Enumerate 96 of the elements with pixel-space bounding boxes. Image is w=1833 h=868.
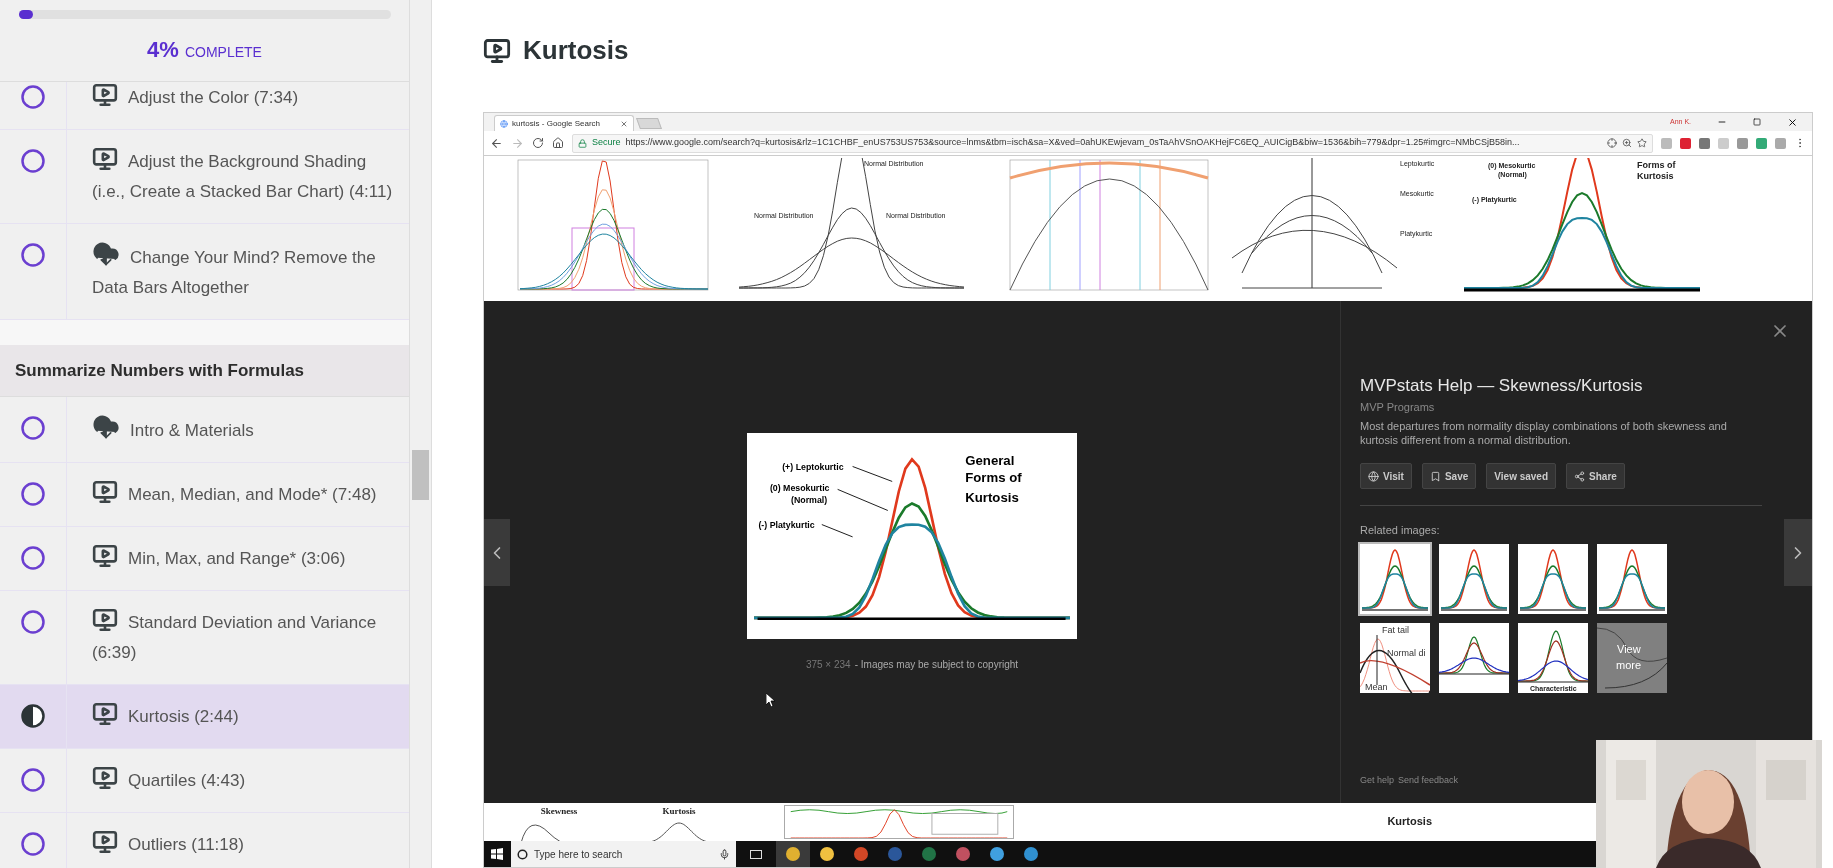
image-label: (Normal): [791, 495, 828, 506]
image-label: (0) Mesokurtic: [769, 483, 830, 494]
video-icon: [92, 479, 118, 505]
url-text: https://www.google.com/search?q=kurtosis&rlz=1C1CHBF_enUS753US753&source=lnms&tbm=isch&sa=X&ved=0ahUKEwjevam_0sTaAhVSnOAKHejFC6EQ_AUICigB&biw=1536&bih=779&dpr=1.25#imgrc=NMbCSjB58in...: [625, 136, 1520, 150]
video-icon: [92, 765, 118, 791]
chart-title: Skewness: [540, 805, 578, 818]
leader-line: [821, 524, 854, 538]
video-icon: [92, 543, 118, 569]
action-button[interactable]: Visit: [1360, 463, 1412, 489]
address-field[interactable]: Secure https://www.google.com/search?q=kurtosis&rlz=1C1CHBF_enUS753US753&source=lnms&tbm=isch&sa=X&ved=0ahUKEwjevam_0sTaAhVSnOAKHejFC6EQ_AUICigB&biw=1536&bih=779&dpr=1.25#imgrc=NMbCSjB58in...: [572, 133, 1653, 153]
cloud-download-icon: [92, 413, 120, 441]
footer-link[interactable]: Send feedback: [1398, 773, 1459, 787]
section-title: Kurtosis: [1387, 814, 1432, 829]
footer-link[interactable]: Get help: [1360, 773, 1395, 787]
chart-label: Kurtosis: [1637, 171, 1674, 181]
extension-icon[interactable]: [1756, 137, 1767, 149]
related-image[interactable]: View more: [1597, 622, 1667, 693]
action-button[interactable]: Save: [1421, 463, 1477, 489]
lesson-item[interactable]: Adjust the Color (7:34): [0, 82, 410, 130]
lesson-title: Kurtosis: [523, 34, 629, 67]
browser-tab[interactable]: kurtosis - Google Search: [494, 115, 634, 131]
lesson-item[interactable]: Quartiles (4:43): [0, 749, 410, 813]
related-image[interactable]: [1360, 543, 1430, 614]
kurtosis-image[interactable]: (+) Leptokurtic (0) Mesokurtic (Normal) (-) Platykurtic General Forms of Kurtosis: [747, 433, 1077, 639]
mic-icon[interactable]: [719, 848, 730, 860]
image-label: (+) Leptokurtic: [782, 462, 844, 472]
copyright-note: - Images may be subject to copyright: [854, 658, 1019, 672]
image-label: General: [965, 452, 1015, 468]
search-placeholder: Type here to search: [534, 847, 623, 862]
lock-icon: [578, 138, 587, 148]
related-image[interactable]: [1597, 543, 1667, 614]
action-button[interactable]: View saved: [1486, 463, 1557, 489]
scrollbar-thumb[interactable]: [412, 450, 429, 500]
image-title: MVPstats Help — Skewness/Kurtosis: [1360, 375, 1644, 397]
progress-label: COMPLETE: [184, 43, 262, 62]
close-icon[interactable]: [1787, 116, 1798, 128]
taskbar-app-icon[interactable]: [776, 841, 810, 867]
share-icon: [1574, 470, 1586, 482]
image-label: (-) Platykurtic: [758, 520, 815, 531]
lesson-item[interactable]: Min, Max, and Range* (3:06): [0, 527, 410, 591]
video-icon: [92, 146, 118, 172]
windows-logo-icon[interactable]: [491, 848, 503, 860]
view-more-label: more: [1616, 658, 1642, 671]
taskbar-search-field[interactable]: Type here to search: [511, 841, 736, 867]
view-more-label: View: [1617, 642, 1641, 655]
reload-icon[interactable]: [532, 137, 544, 149]
related-image[interactable]: [1518, 543, 1588, 614]
related-image[interactable]: Fat tail Normal di Mean: [1360, 622, 1430, 693]
lesson-item[interactable]: Kurtosis (2:44): [0, 685, 410, 749]
image-label: Forms of: [965, 470, 1022, 486]
related-image[interactable]: [1439, 622, 1509, 693]
home-icon[interactable]: [552, 137, 564, 149]
extension-icon[interactable]: [1737, 137, 1748, 149]
lesson-item[interactable]: Intro & Materials: [0, 397, 410, 463]
target-icon[interactable]: [1607, 138, 1617, 148]
leader-line: [852, 466, 893, 482]
lesson-item[interactable]: Mean, Median, and Mode* (7:48): [0, 463, 410, 527]
leader-line: [837, 488, 889, 511]
image-dimensions: 375 × 234: [805, 658, 851, 672]
image-label: Kurtosis: [965, 489, 1019, 505]
chart-label: Forms of: [1637, 160, 1676, 170]
secure-label: Secure: [592, 136, 621, 150]
image-description: Most departures from normality display combinations of both skewness and kurtosis different from a normal distribution.: [1360, 419, 1728, 447]
extension-icon[interactable]: [1699, 137, 1710, 149]
bookmark-icon: [1429, 470, 1441, 482]
ring-icon: [517, 848, 528, 860]
task-view-icon[interactable]: [750, 849, 762, 859]
section-heading: Summarize Numbers with Formulas: [0, 345, 410, 397]
back-icon[interactable]: [490, 136, 503, 150]
related-image[interactable]: [1439, 543, 1509, 614]
cloud-download-icon: [92, 240, 120, 268]
zoom-icon[interactable]: [1622, 138, 1632, 148]
chart-title: Kurtosis: [662, 805, 696, 818]
lesson-item[interactable]: Outliers (11:18): [0, 813, 410, 868]
lesson-item[interactable]: Adjust the Background Shading (i.e., Create a Stacked Bar Chart) (4:11): [0, 130, 410, 224]
star-icon[interactable]: [1637, 138, 1647, 148]
progress-percent: 4%: [147, 36, 179, 64]
thumbnail-label: Mean: [1365, 681, 1388, 692]
thumbnail-label: Normal di: [1387, 647, 1426, 658]
action-button[interactable]: Share: [1566, 463, 1625, 489]
site-icon: [500, 119, 508, 128]
video-icon: [92, 829, 118, 855]
extension-icon[interactable]: [1775, 137, 1786, 149]
globe-icon: [1368, 470, 1379, 482]
video-icon: [483, 36, 511, 65]
maximize-icon[interactable]: [1753, 118, 1761, 126]
related-heading: Related images:: [1360, 523, 1441, 538]
thumbnail-label: Fat tail: [1382, 624, 1409, 635]
image-source: MVP Programs: [1360, 399, 1436, 415]
lesson-item[interactable]: Change Your Mind? Remove the Data Bars Altogether: [0, 224, 410, 320]
video-icon: [92, 607, 118, 633]
cursor-icon: [766, 693, 775, 707]
video-icon: [92, 701, 118, 727]
video-icon: [92, 82, 118, 108]
extension-icon[interactable]: [1680, 137, 1691, 149]
lesson-item[interactable]: Standard Deviation and Variance (6:39): [0, 591, 410, 685]
